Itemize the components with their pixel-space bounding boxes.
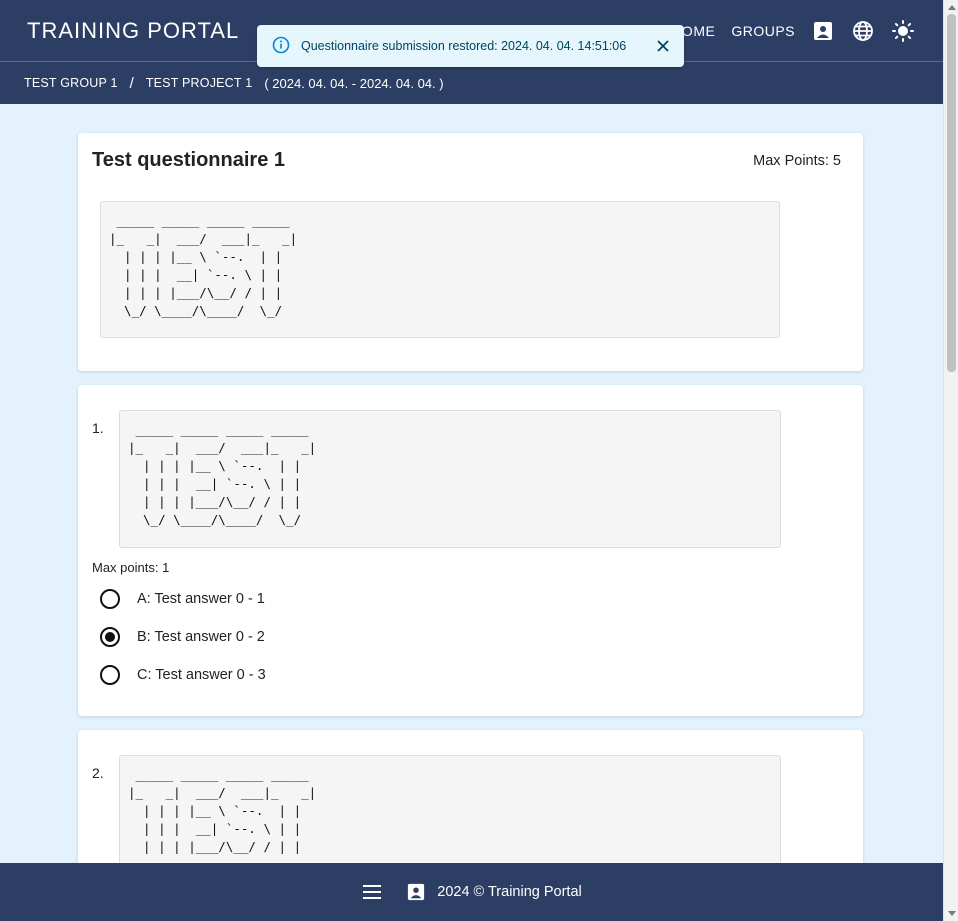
close-icon[interactable] [654, 37, 672, 55]
scroll-down-icon[interactable] [948, 911, 956, 916]
question-text: _____ _____ _____ _____ |_ _| ___/ ___|_… [119, 410, 781, 548]
notification-message: Questionnaire submission restored: 2024.… [301, 39, 627, 53]
page-scrollbar[interactable] [943, 0, 958, 921]
sun-icon[interactable] [891, 19, 915, 43]
breadcrumb-separator: / [129, 74, 134, 92]
questionnaire-title: Test questionnaire 1 [92, 149, 286, 171]
question-card: 1. _____ _____ _____ _____ |_ _| ___/ __… [78, 385, 863, 716]
question-max-points: Max points: 1 [92, 560, 170, 575]
questionnaire-header-card: Test questionnaire 1 Max Points: 5 _____… [78, 133, 863, 371]
account-box-icon[interactable] [811, 19, 835, 43]
answer-option-c[interactable]: C: Test answer 0 - 3 [100, 663, 266, 687]
answer-label: A: Test answer 0 - 1 [137, 591, 265, 607]
globe-icon[interactable] [851, 19, 875, 43]
answer-label: C: Test answer 0 - 3 [137, 667, 266, 683]
answer-label: B: Test answer 0 - 2 [137, 629, 265, 645]
restore-notification: Questionnaire submission restored: 2024.… [257, 25, 684, 67]
breadcrumb: TEST GROUP 1 / TEST PROJECT 1 ( 2024. 04… [0, 61, 943, 104]
project-date-range: ( 2024. 04. 04. - 2024. 04. 04. ) [264, 75, 444, 91]
account-box-icon[interactable] [405, 881, 427, 903]
main-nav: HOME GROUPS [655, 0, 915, 61]
nav-groups-link[interactable]: GROUPS [731, 23, 795, 39]
question-number: 1. [92, 420, 104, 436]
radio-button-selected[interactable] [100, 627, 120, 647]
breadcrumb-group[interactable]: TEST GROUP 1 [24, 76, 118, 90]
max-points-total: Max Points: 5 [753, 153, 841, 169]
info-icon [272, 36, 290, 57]
question-number: 2. [92, 765, 104, 781]
radio-button[interactable] [100, 665, 120, 685]
menu-icon[interactable] [361, 881, 383, 903]
questionnaire-description: _____ _____ _____ _____ |_ _| ___/ ___|_… [100, 201, 780, 338]
answer-option-b[interactable]: B: Test answer 0 - 2 [100, 625, 265, 649]
footer-copyright: 2024 © Training Portal [437, 884, 582, 900]
answer-option-a[interactable]: A: Test answer 0 - 1 [100, 587, 265, 611]
scrollbar-thumb[interactable] [947, 14, 956, 372]
scroll-up-icon[interactable] [948, 5, 956, 10]
breadcrumb-project[interactable]: TEST PROJECT 1 [146, 76, 253, 90]
radio-button[interactable] [100, 589, 120, 609]
footer: 2024 © Training Portal [0, 863, 943, 921]
app-title[interactable]: TRAINING PORTAL [27, 18, 239, 44]
